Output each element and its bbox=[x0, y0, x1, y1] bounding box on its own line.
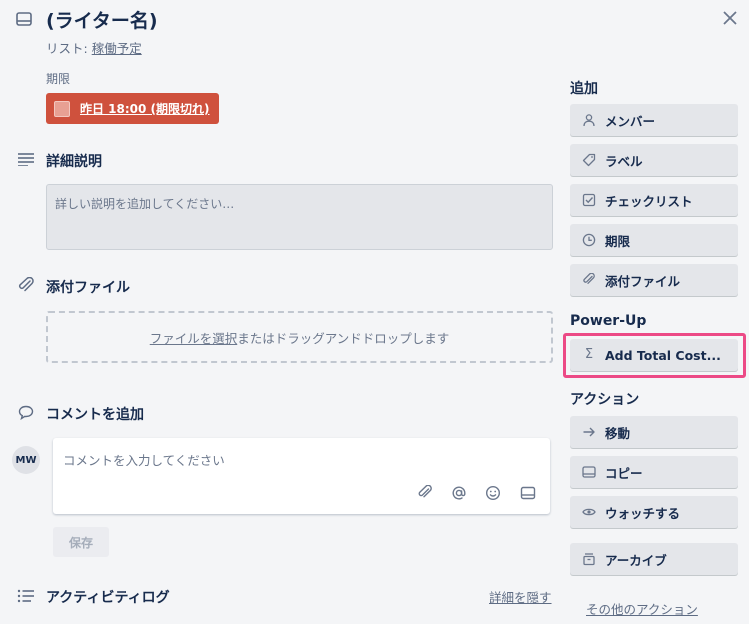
powerup-heading: Power-Up bbox=[570, 313, 647, 329]
due-date-badge[interactable]: 昨日 18:00 (期限切れ) bbox=[46, 93, 219, 124]
comment-title: コメントを追加 bbox=[46, 407, 144, 423]
list-prefix: リスト: bbox=[46, 41, 92, 56]
clock-icon bbox=[582, 233, 596, 247]
description-title: 詳細説明 bbox=[46, 154, 102, 170]
avatar[interactable]: MW bbox=[12, 446, 40, 474]
due-complete-checkbox[interactable] bbox=[54, 100, 70, 117]
eye-icon bbox=[582, 508, 596, 516]
drop-text: またはドラッグアンドドロップします bbox=[237, 330, 450, 346]
attachment-dropzone[interactable]: ファイルを選択 またはドラッグアンドドロップします bbox=[46, 311, 553, 363]
paperclip-icon bbox=[583, 273, 595, 284]
list-link[interactable]: 稼働予定 bbox=[92, 41, 142, 56]
due-label: 期限 bbox=[46, 72, 71, 86]
highlight-box bbox=[563, 333, 746, 378]
list-info: リスト: 稼働予定 bbox=[46, 38, 142, 57]
activity-icon bbox=[17, 589, 34, 603]
checklist-icon bbox=[582, 193, 596, 207]
comment-placeholder: コメントを入力してください bbox=[63, 453, 225, 468]
save-button[interactable]: 保存 bbox=[53, 527, 109, 557]
checklist-label: チェックリスト bbox=[605, 193, 693, 209]
due-date-label: 期限 bbox=[605, 233, 631, 249]
emoji-icon[interactable] bbox=[485, 485, 501, 501]
move-button[interactable]: 移動 bbox=[570, 416, 738, 448]
paperclip-icon[interactable] bbox=[417, 485, 433, 501]
other-actions-link[interactable]: その他のアクション bbox=[586, 599, 698, 618]
description-input[interactable]: 詳しい説明を追加してください… bbox=[46, 184, 553, 250]
watch-label: ウォッチする bbox=[605, 505, 681, 521]
card-title[interactable]: (ライター名) bbox=[46, 6, 158, 33]
move-label: 移動 bbox=[605, 425, 631, 441]
due-date-button[interactable]: 期限 bbox=[570, 224, 738, 256]
card-icon bbox=[16, 12, 32, 26]
copy-button[interactable]: コピー bbox=[570, 456, 738, 488]
watch-button[interactable]: ウォッチする bbox=[570, 496, 738, 528]
hide-details-link[interactable]: 詳細を隠す bbox=[489, 587, 552, 606]
members-button[interactable]: メンバー bbox=[570, 104, 738, 136]
checklist-button[interactable]: チェックリスト bbox=[570, 184, 738, 216]
attachment-button[interactable]: 添付ファイル bbox=[570, 264, 738, 296]
comment-icon bbox=[18, 405, 34, 420]
label-icon bbox=[582, 153, 596, 167]
card-icon[interactable] bbox=[520, 485, 536, 501]
card-icon bbox=[582, 466, 596, 478]
actions-heading: アクション bbox=[570, 392, 640, 408]
members-label: メンバー bbox=[605, 113, 656, 129]
copy-label: コピー bbox=[605, 465, 643, 481]
select-file-link[interactable]: ファイルを選択 bbox=[150, 328, 238, 347]
comment-input[interactable]: コメントを入力してください bbox=[53, 438, 550, 514]
labels-label: ラベル bbox=[605, 153, 643, 169]
description-icon bbox=[18, 153, 34, 166]
add-heading: 追加 bbox=[570, 81, 598, 97]
labels-button[interactable]: ラベル bbox=[570, 144, 738, 176]
close-icon[interactable] bbox=[720, 8, 740, 28]
due-date-text[interactable]: 昨日 18:00 (期限切れ) bbox=[80, 100, 210, 117]
archive-label: アーカイブ bbox=[605, 552, 667, 568]
arrow-right-icon bbox=[583, 427, 595, 437]
mention-icon[interactable] bbox=[451, 485, 467, 501]
person-icon bbox=[583, 114, 595, 127]
attachments-title: 添付ファイル bbox=[46, 280, 130, 296]
attachment-label: 添付ファイル bbox=[605, 273, 681, 289]
archive-button[interactable]: アーカイブ bbox=[570, 543, 738, 575]
paperclip-icon bbox=[18, 277, 34, 292]
activity-title: アクティビティログ bbox=[46, 590, 170, 606]
archive-icon bbox=[583, 553, 595, 566]
